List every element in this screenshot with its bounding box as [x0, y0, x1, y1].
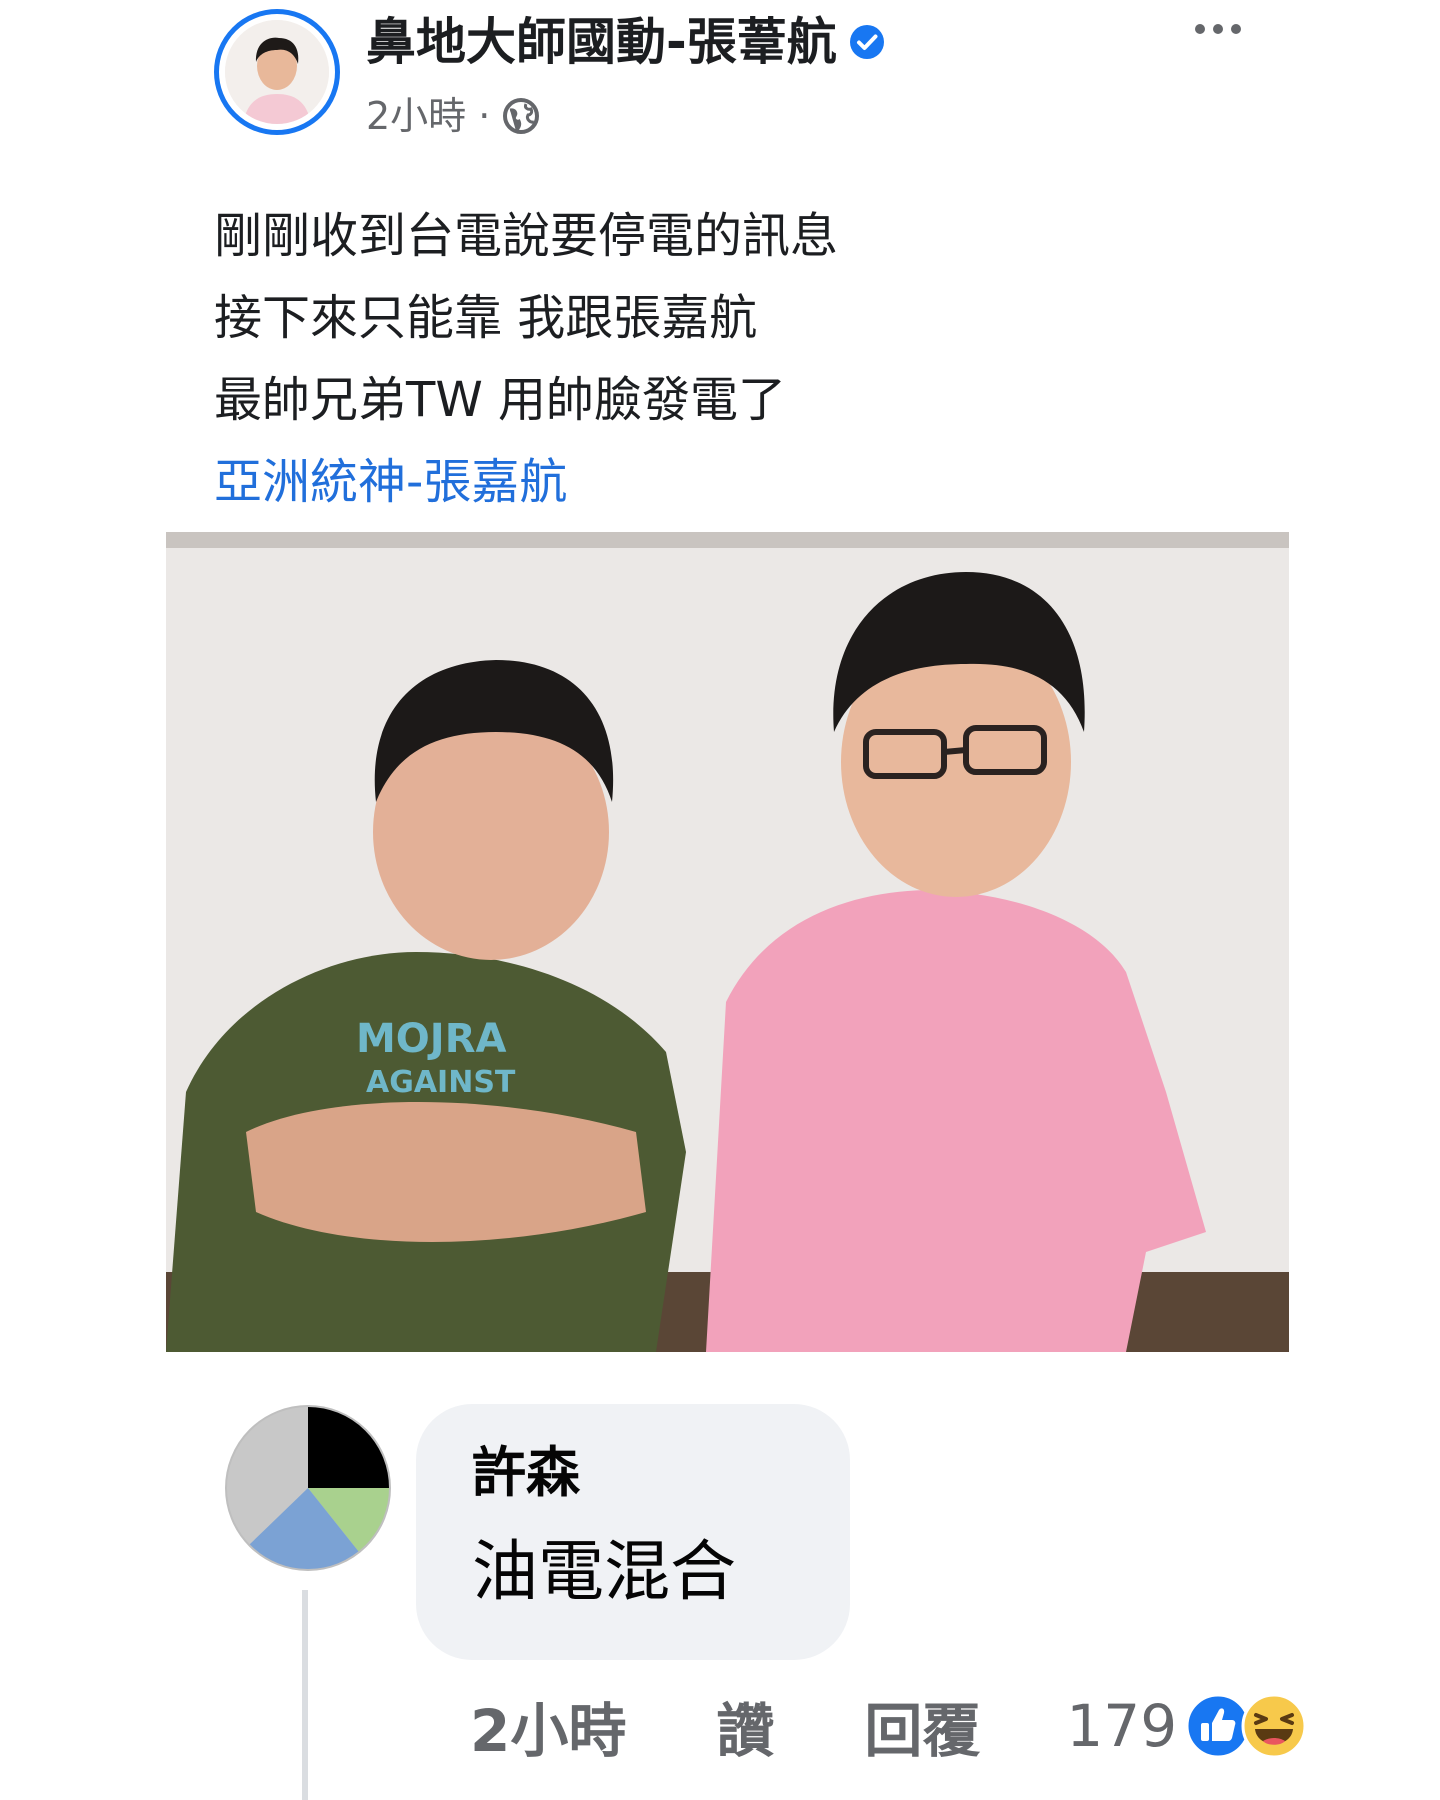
- haha-reaction-icon[interactable]: [1241, 1693, 1307, 1759]
- author-avatar-photo: [225, 20, 329, 124]
- tagged-profile-link[interactable]: 亞洲統神-張嘉航: [214, 441, 838, 523]
- post-meta: 2小時 ·: [366, 92, 540, 140]
- comment-bubble: 許森 油電混合: [416, 1404, 850, 1660]
- meta-separator: ·: [478, 94, 491, 138]
- post-author-name[interactable]: 鼻地大師國動-張葦航: [366, 12, 885, 72]
- author-avatar[interactable]: [214, 9, 340, 135]
- comment-thread-line: [302, 1590, 308, 1800]
- comment-text: 油電混合: [472, 1533, 736, 1610]
- commenter-avatar[interactable]: [222, 1402, 394, 1574]
- post-body: 剛剛收到台電說要停電的訊息 接下來只能靠 我跟張嘉航 最帥兄弟TW 用帥臉發電了…: [214, 195, 838, 523]
- like-button[interactable]: 讚: [716, 1684, 774, 1768]
- two-men-photo: MOJRA AGAINST: [166, 532, 1289, 1352]
- author-name-text[interactable]: 鼻地大師國動-張葦航: [366, 12, 837, 72]
- more-options-icon[interactable]: [1188, 14, 1248, 44]
- post-line: 最帥兄弟TW 用帥臉發電了: [214, 372, 787, 428]
- verified-badge-icon: [849, 25, 884, 59]
- reply-button[interactable]: 回覆: [864, 1684, 980, 1768]
- post-photo[interactable]: MOJRA AGAINST: [166, 532, 1289, 1352]
- reaction-count[interactable]: 179: [1066, 1692, 1177, 1760]
- globe-icon[interactable]: [502, 97, 540, 135]
- commenter-name[interactable]: 許森: [472, 1438, 850, 1508]
- svg-text:MOJRA: MOJRA: [356, 1016, 506, 1062]
- post-timestamp[interactable]: 2小時: [366, 92, 466, 140]
- comment-actions: 2小時 讚 回覆 179: [470, 1686, 1307, 1766]
- svg-text:AGAINST: AGAINST: [366, 1065, 516, 1100]
- post-line: 剛剛收到台電說要停電的訊息: [214, 208, 839, 264]
- post-line: 接下來只能靠 我跟張嘉航: [214, 290, 758, 346]
- comment-timestamp[interactable]: 2小時: [470, 1684, 626, 1768]
